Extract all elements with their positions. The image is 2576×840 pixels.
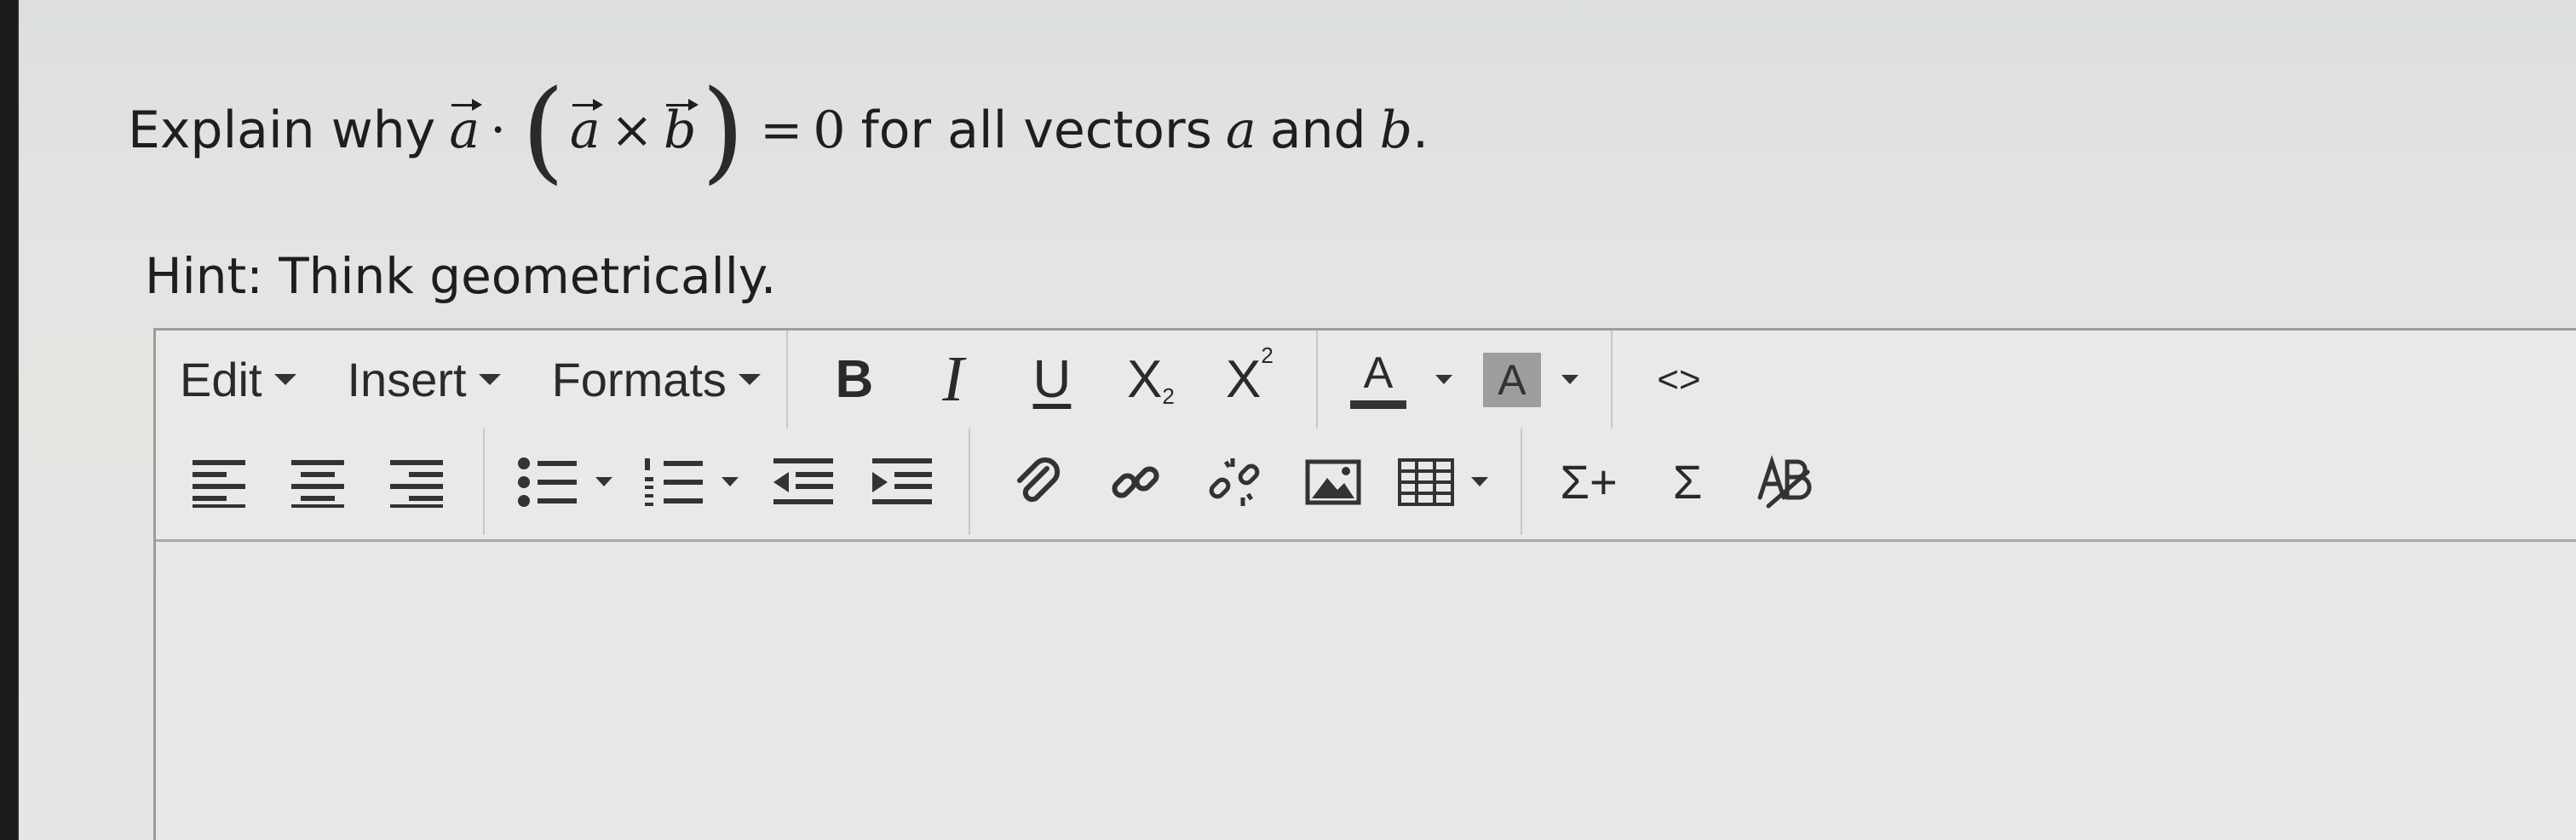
dot-operator: ·: [490, 101, 507, 160]
chevron-down-icon: [722, 477, 739, 486]
source-code-button[interactable]: <>: [1645, 342, 1713, 418]
insert-sigma-plus-button[interactable]: Σ+: [1555, 444, 1623, 521]
outdent-icon[interactable]: [769, 444, 837, 521]
indent-icon[interactable]: [868, 444, 936, 521]
italic-button[interactable]: I: [919, 342, 987, 418]
toolbar-row-2: Σ+ Σ: [156, 429, 2576, 535]
chevron-down-icon: [1561, 375, 1578, 384]
hint-text: Hint: Think geometrically.: [145, 247, 777, 305]
vector-a: a: [449, 99, 482, 160]
vector-a-2: a: [569, 99, 603, 160]
align-center-icon[interactable]: [284, 444, 352, 521]
question-mid: for all vectors: [860, 101, 1212, 160]
chevron-down-icon: [1471, 477, 1488, 486]
chevron-down-icon: [478, 374, 501, 385]
align-right-icon[interactable]: [382, 444, 451, 521]
sigma-button[interactable]: Σ: [1653, 444, 1722, 521]
image-icon[interactable]: [1299, 444, 1367, 521]
formats-menu[interactable]: Formats: [552, 352, 761, 407]
edit-menu[interactable]: Edit: [180, 352, 296, 407]
cross-operator: ×: [610, 101, 653, 160]
question-text: Explain why a · ( a × b ) = 0 for all ve…: [128, 66, 1429, 195]
question-and: and: [1269, 101, 1366, 160]
question-prefix: Explain why: [128, 101, 436, 160]
bold-button[interactable]: B: [820, 342, 888, 418]
chevron-down-icon: [738, 374, 761, 385]
link-icon[interactable]: [1101, 444, 1170, 521]
screen: Explain why a · ( a × b ) = 0 for all ve…: [17, 0, 2576, 840]
superscript-button[interactable]: X2: [1216, 342, 1284, 418]
chevron-down-icon: [595, 477, 612, 486]
editor-content-area[interactable]: [156, 542, 2576, 840]
unlink-icon[interactable]: [1200, 444, 1268, 521]
chevron-down-icon: [273, 374, 296, 385]
insert-menu[interactable]: Insert: [348, 352, 501, 407]
editor-toolbar: Edit Insert Formats B I U X2 X 2 A A <> …: [156, 331, 2576, 542]
rich-text-editor[interactable]: Edit Insert Formats B I U X2 X 2 A A <> …: [153, 328, 2576, 840]
vector-b: b: [663, 99, 699, 160]
attachment-icon[interactable]: [1003, 444, 1071, 521]
toolbar-row-1: Edit Insert Formats B I U X2 X 2 A A <>: [156, 331, 2576, 429]
align-left-icon[interactable]: [185, 444, 253, 521]
underline-button[interactable]: U: [1018, 342, 1086, 418]
chevron-down-icon: [1435, 375, 1452, 384]
bullet-list-icon[interactable]: [517, 444, 612, 521]
background-color-button[interactable]: A: [1482, 342, 1578, 418]
question-period: .: [1412, 101, 1429, 160]
subscript-button[interactable]: X2: [1117, 342, 1185, 418]
text-color-button[interactable]: A: [1349, 342, 1452, 418]
equals-sign: =: [760, 101, 803, 160]
table-icon[interactable]: [1398, 444, 1488, 521]
var-a: a: [1225, 101, 1256, 160]
var-b: b: [1379, 101, 1412, 160]
numbered-list-icon[interactable]: [643, 444, 739, 521]
zero-value: 0: [813, 101, 846, 160]
spellcheck-icon[interactable]: [1752, 444, 1820, 521]
